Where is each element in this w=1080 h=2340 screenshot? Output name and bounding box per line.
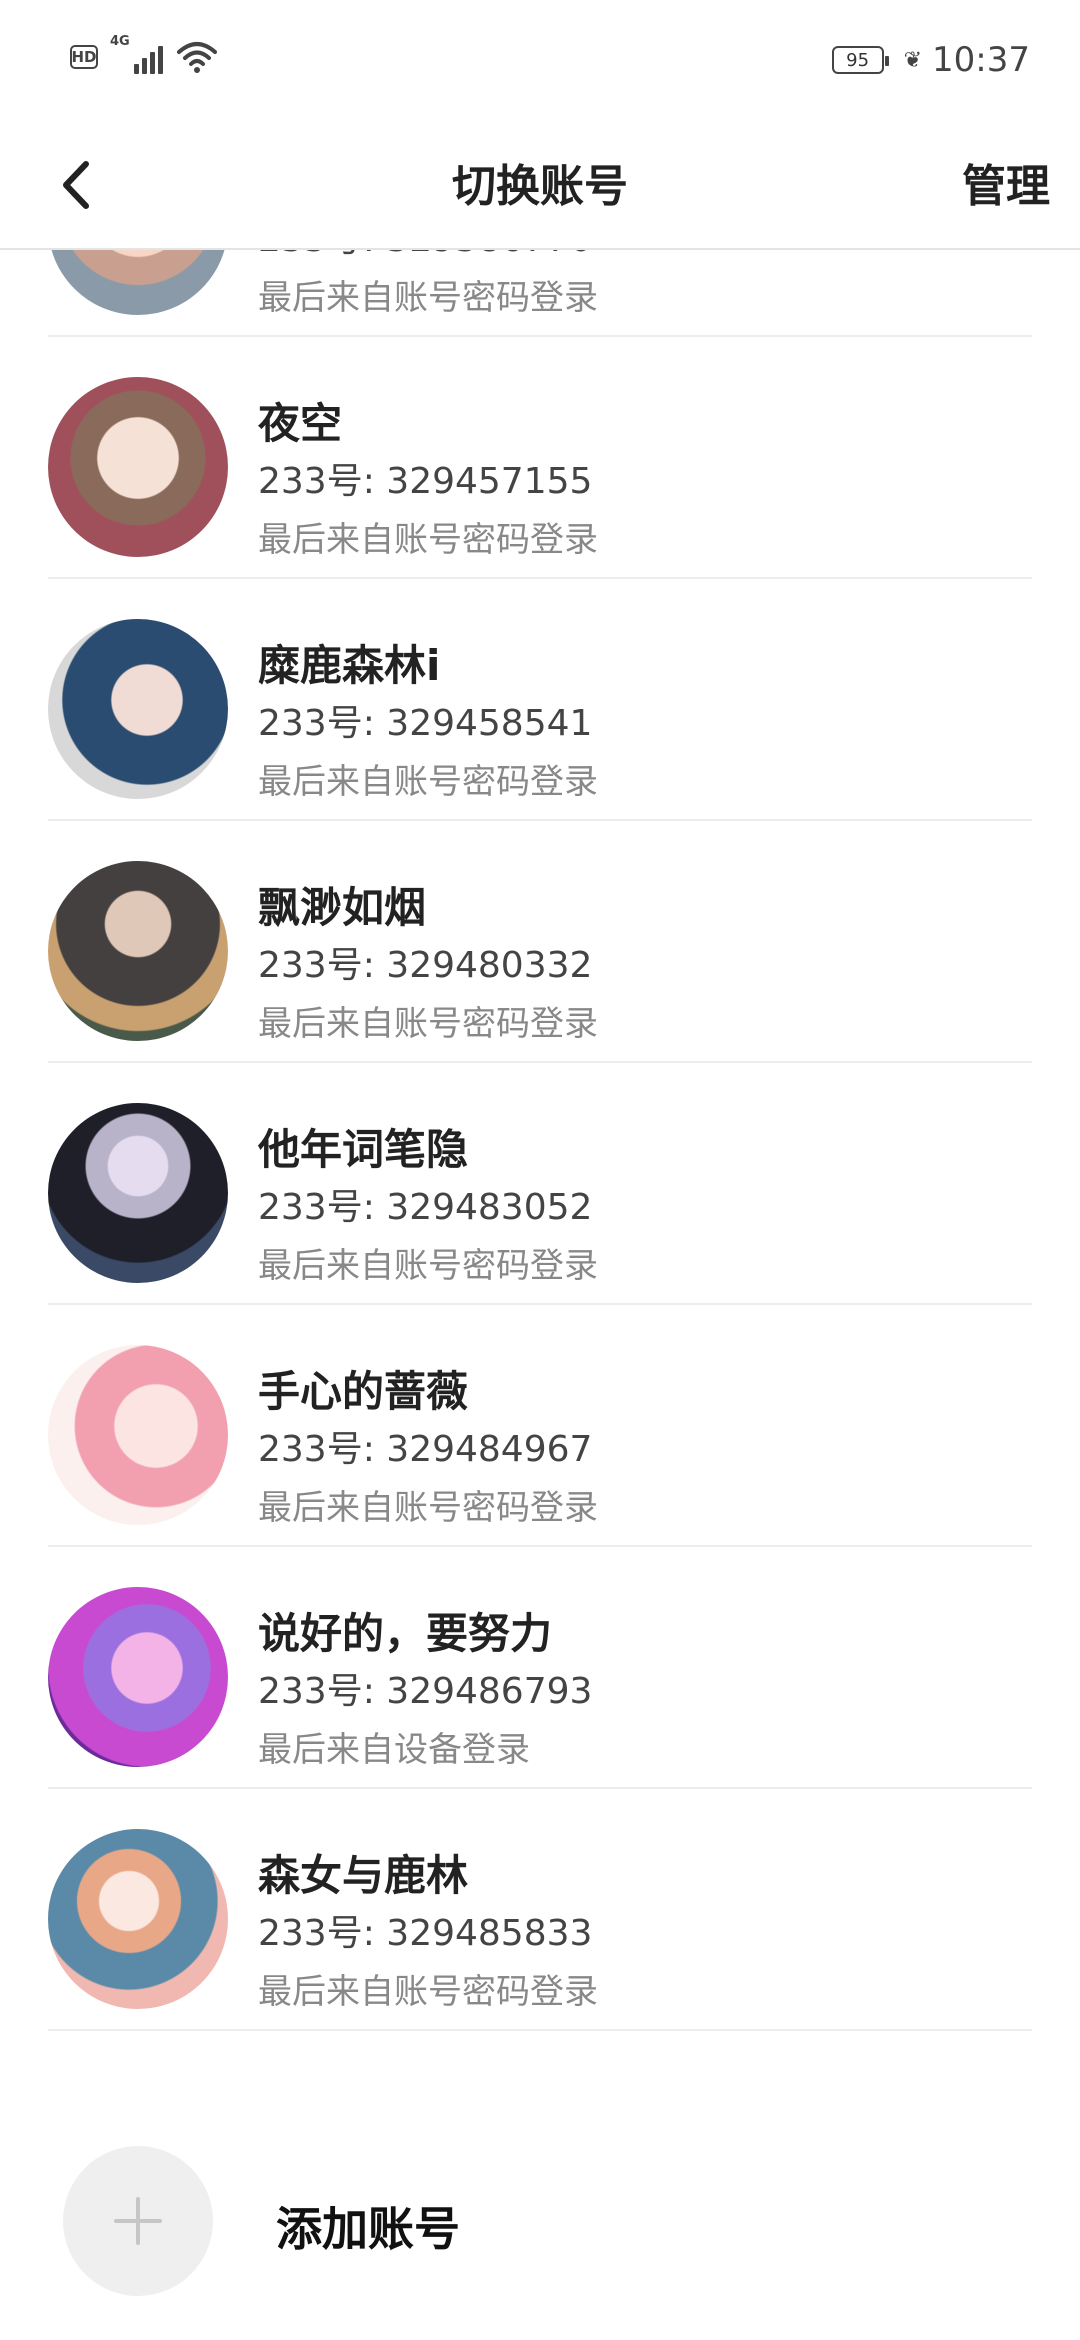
login-source: 最后来自设备登录: [258, 1730, 530, 1770]
avatar: [48, 377, 228, 557]
account-item[interactable]: 飘渺如烟 233号: 329480332 最后来自账号密码登录: [0, 821, 1080, 1063]
login-source: 最后来自账号密码登录: [258, 278, 598, 318]
login-source: 最后来自账号密码登录: [258, 1246, 598, 1286]
account-uid: 233号: 329386770: [258, 250, 592, 262]
account-name: 飘渺如烟: [258, 883, 427, 932]
account-item[interactable]: 手心的蔷薇 233号: 329484967 最后来自账号密码登录: [0, 1305, 1080, 1547]
battery-icon: 95: [831, 46, 889, 74]
avatar: [48, 861, 228, 1041]
add-account-label: 添加账号: [276, 2202, 460, 2256]
add-account-circle[interactable]: [63, 2146, 213, 2296]
account-item[interactable]: 他年词笔隐 233号: 329483052 最后来自账号密码登录: [0, 1063, 1080, 1305]
account-name: 手心的蔷薇: [258, 1367, 469, 1416]
account-item[interactable]: 233号: 329386770 最后来自账号密码登录: [0, 250, 1080, 337]
avatar: [48, 1587, 228, 1767]
avatar: [48, 1345, 228, 1525]
clock: 10:37: [932, 40, 1030, 80]
add-account-button[interactable]: 添加账号: [0, 2140, 1080, 2300]
page-title: 切换账号: [452, 161, 628, 212]
signal-icon: 4G: [110, 34, 163, 74]
plus-icon: [114, 2197, 162, 2245]
avatar: [48, 1829, 228, 2009]
header-bar: 切换账号 管理: [0, 120, 1080, 250]
login-source: 最后来自账号密码登录: [258, 520, 598, 560]
account-uid: 233号: 329457155: [258, 461, 593, 502]
account-name: 森女与鹿林: [258, 1851, 469, 1900]
avatar: [48, 619, 228, 799]
account-list[interactable]: 233号: 329386770 最后来自账号密码登录 夜空 233号: 3294…: [0, 250, 1080, 2100]
avatar: [48, 250, 228, 315]
avatar: [48, 1103, 228, 1283]
account-uid: 233号: 329458541: [258, 703, 593, 744]
account-name: 糜鹿森林i: [258, 641, 441, 690]
power-saving-leaf-icon: ❦: [903, 47, 923, 73]
account-item[interactable]: 夜空 233号: 329457155 最后来自账号密码登录: [0, 337, 1080, 579]
login-source: 最后来自账号密码登录: [258, 1972, 598, 2012]
account-uid: 233号: 329484967: [258, 1429, 593, 1470]
account-uid: 233号: 329480332: [258, 945, 593, 986]
manage-button[interactable]: 管理: [962, 150, 1050, 214]
login-source: 最后来自账号密码登录: [258, 762, 598, 802]
account-name: 夜空: [258, 399, 343, 448]
account-name: 他年词笔隐: [258, 1125, 469, 1174]
account-item[interactable]: 森女与鹿林 233号: 329485833 最后来自账号密码登录: [0, 1789, 1080, 2031]
divider: [48, 2029, 1032, 2031]
account-name: 说好的，要努力: [258, 1609, 553, 1658]
account-uid: 233号: 329486793: [258, 1671, 593, 1712]
account-uid: 233号: 329485833: [258, 1913, 593, 1954]
wifi-icon: [177, 42, 217, 73]
status-bar: HD 4G 95 ❦ 10:37: [0, 0, 1080, 120]
hd-icon: HD: [70, 45, 98, 69]
network-type-label: 4G: [110, 34, 130, 49]
login-source: 最后来自账号密码登录: [258, 1488, 598, 1528]
account-item[interactable]: 说好的，要努力 233号: 329486793 最后来自设备登录: [0, 1547, 1080, 1789]
login-source: 最后来自账号密码登录: [258, 1004, 598, 1044]
account-uid: 233号: 329483052: [258, 1187, 593, 1228]
account-item[interactable]: 糜鹿森林i 233号: 329458541 最后来自账号密码登录: [0, 579, 1080, 821]
